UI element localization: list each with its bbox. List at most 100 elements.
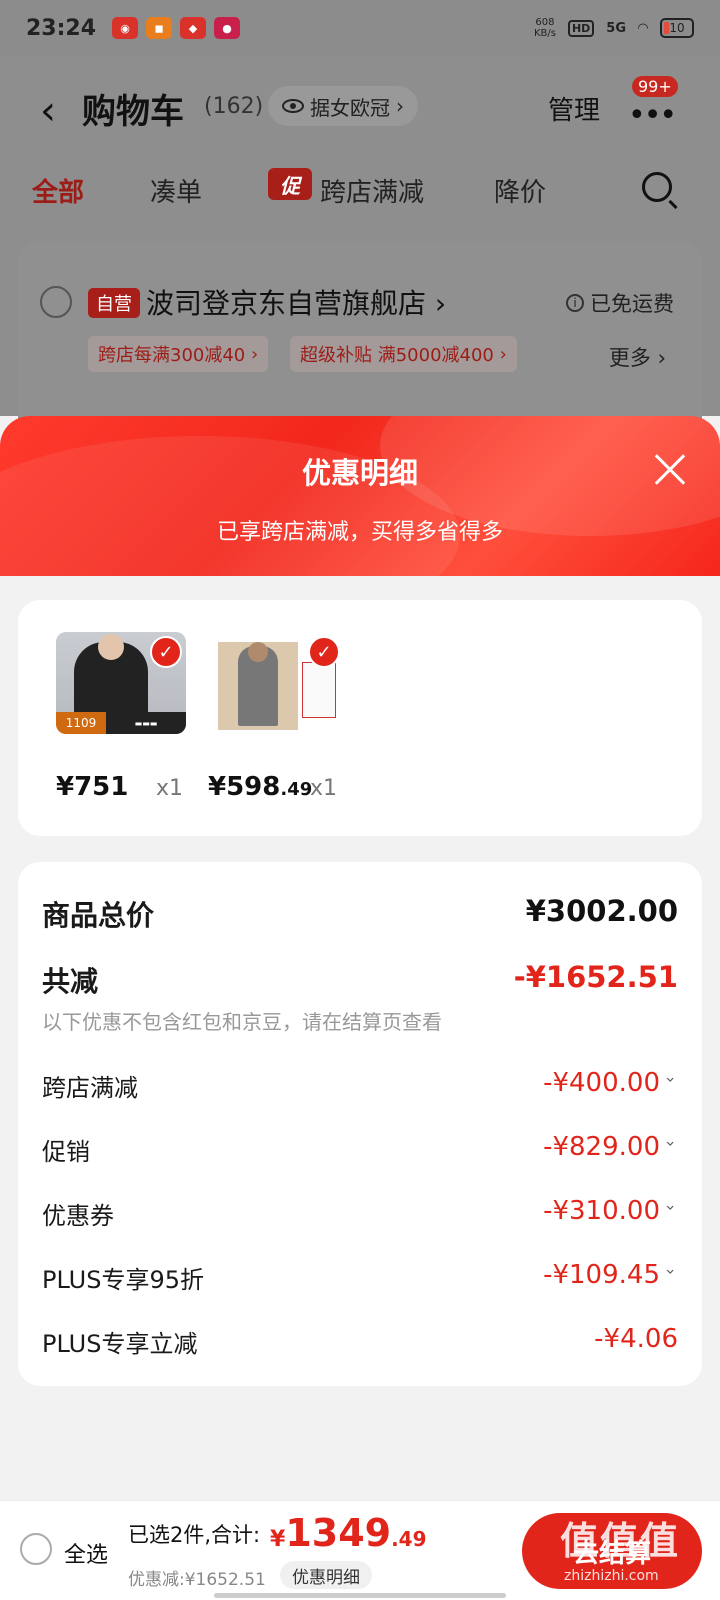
product-banner-strip: ▬▬▬ xyxy=(106,712,186,734)
more-link-label: 更多 xyxy=(608,346,651,370)
check-icon: ✓ xyxy=(150,636,182,668)
shipping-status: i 已免运费 xyxy=(566,288,674,318)
manage-button[interactable]: 管理 xyxy=(548,90,600,127)
close-icon[interactable] xyxy=(650,450,690,490)
discount-amount: -¥109.45 xyxy=(543,1260,660,1290)
wifi-icon: ◠ xyxy=(638,20,648,36)
chevron-down-icon: › xyxy=(661,1076,681,1083)
home-indicator xyxy=(214,1593,506,1598)
discount-value: -¥109.45 › xyxy=(543,1260,681,1290)
net-speed: 608 KB/s xyxy=(534,17,556,39)
net-speed-value: 608 xyxy=(535,17,555,28)
products-card: 1109 ▬▬▬ ✓ ✓ ¥751 x1 ¥598.49 x1 xyxy=(18,600,702,836)
promo-tag-icon: 促 xyxy=(268,168,312,200)
total-int: 1349 xyxy=(285,1511,392,1555)
page-title: 购物车 xyxy=(82,92,184,132)
product-image[interactable]: 1109 ▬▬▬ ✓ xyxy=(56,632,186,734)
source-chip-label: 据女欧冠 xyxy=(310,95,390,120)
cart-header: ‹ 购物车 (162) 据女欧冠 › 管理 ••• 99+ xyxy=(0,76,720,146)
discount-sheet-body: 1109 ▬▬▬ ✓ ✓ ¥751 x1 ¥598.49 x1 商品总价 ¥30… xyxy=(0,576,720,1500)
discount-detail-button[interactable]: 优惠明细 xyxy=(280,1561,372,1589)
discount-label: 跨店满减 xyxy=(42,1074,138,1102)
select-all-label[interactable]: 全选 xyxy=(64,1537,108,1569)
discount-value: -¥400.00 › xyxy=(543,1068,681,1098)
more-promos-link[interactable]: 更多 › xyxy=(609,342,666,372)
discount-amount: -¥400.00 xyxy=(543,1068,660,1098)
discount-note: 以下优惠不包含红包和京豆，请在结算页查看 xyxy=(42,1010,442,1034)
total-cents: .49 xyxy=(391,1527,427,1551)
chevron-right-icon: › xyxy=(396,94,404,118)
promo-chip[interactable]: 跨店每满300减40 › xyxy=(88,336,269,372)
watermark: 值值值 zhizhizhi.com xyxy=(560,1510,720,1598)
product-tag-price: 1109 xyxy=(56,712,106,734)
discount-label: 优惠券 xyxy=(42,1202,114,1230)
notification-app-icon: ◆ xyxy=(180,17,207,39)
notification-app-icon: ◼ xyxy=(146,17,173,39)
battery-icon: 10 xyxy=(660,18,694,38)
select-all-radio[interactable] xyxy=(20,1533,52,1565)
discount-label: 促销 xyxy=(42,1138,90,1166)
product-price-cents: .49 xyxy=(280,779,313,800)
self-operated-tag: 自营 xyxy=(88,288,140,318)
goods-total-label: 商品总价 xyxy=(42,899,155,932)
tab-price-drop[interactable]: 降价 xyxy=(494,172,546,209)
reduction-value: -¥1652.51 xyxy=(513,960,678,994)
shop-name-label: 波司登京东自营旗舰店 xyxy=(146,287,427,320)
status-bar: 23:24 ◉ ◼ ◆ ● 608 KB/s HD 5G ◠ 10 xyxy=(0,0,720,56)
hd-icon: HD xyxy=(567,19,595,37)
sheet-title: 优惠明细 xyxy=(301,456,418,490)
signal-icon: 5G xyxy=(606,20,626,36)
selected-count-text: 已选2件,合计: xyxy=(128,1523,261,1547)
product-price-int: 751 xyxy=(74,772,129,802)
shop-name[interactable]: 波司登京东自营旗舰店 › xyxy=(146,282,446,322)
status-time: 23:24 xyxy=(26,15,97,41)
search-icon[interactable] xyxy=(642,172,672,202)
product-price-int: 598 xyxy=(226,772,281,802)
discount-label: PLUS专享95折 xyxy=(42,1266,204,1294)
saved-amount-text: 优惠减:¥1652.51 xyxy=(128,1570,266,1590)
shop-card: 自营 波司登京东自营旗舰店 › i 已免运费 跨店每满300减40 › 超级补贴… xyxy=(18,242,702,442)
product-info-panel xyxy=(302,662,336,718)
product-price: ¥598.49 xyxy=(208,772,313,802)
discount-value: -¥310.00 › xyxy=(543,1196,681,1226)
battery-level: 10 xyxy=(669,21,685,35)
cart-count: (162) xyxy=(204,94,264,119)
promo-chip[interactable]: 超级补贴 满5000减400 › xyxy=(290,336,517,372)
currency-symbol: ¥ xyxy=(270,1527,286,1552)
promo-chip-label: 跨店每满300减40 xyxy=(98,345,246,366)
discount-sheet-header: 优惠明细 已享跨店满减，买得多省得多 xyxy=(0,416,720,576)
chevron-down-icon: › xyxy=(661,1268,681,1275)
filter-tabs: 全部 凑单 跨店满减 降价 xyxy=(0,166,720,214)
tab-combine[interactable]: 凑单 xyxy=(150,172,202,209)
product-image[interactable]: ✓ xyxy=(214,632,344,734)
total-amount: ¥1349.49 xyxy=(270,1511,427,1555)
tab-all[interactable]: 全部 xyxy=(32,172,84,209)
discount-value: -¥4.06 xyxy=(594,1324,678,1354)
discount-value: -¥829.00 › xyxy=(543,1132,681,1162)
source-chip[interactable]: 据女欧冠 › xyxy=(268,86,418,126)
info-icon[interactable]: i xyxy=(566,294,584,312)
discount-amount: -¥4.06 xyxy=(594,1324,678,1354)
back-icon[interactable]: ‹ xyxy=(40,88,70,134)
reduction-label: 共减 xyxy=(42,965,99,998)
watermark-logo: 值值值 xyxy=(560,1519,681,1563)
product-qty: x1 xyxy=(156,776,184,801)
discount-amount: -¥310.00 xyxy=(543,1196,660,1226)
notification-app-icon: ● xyxy=(214,17,241,39)
discount-amount: -¥829.00 xyxy=(543,1132,660,1162)
more-dots-icon[interactable]: ••• xyxy=(628,98,677,133)
net-speed-unit: KB/s xyxy=(533,28,556,39)
check-icon: ✓ xyxy=(308,636,340,668)
status-app-icons: ◉ ◼ ◆ ● xyxy=(112,17,241,39)
message-badge: 99+ xyxy=(632,76,678,97)
sheet-subtitle: 已享跨店满减，买得多省得多 xyxy=(216,520,503,545)
cart-page-dimmed: ‹ 购物车 (162) 据女欧冠 › 管理 ••• 99+ 全部 凑单 跨店满减… xyxy=(0,56,720,442)
product-photo xyxy=(238,642,278,726)
chevron-down-icon: › xyxy=(661,1140,681,1147)
chevron-down-icon: › xyxy=(661,1204,681,1211)
shop-select-radio[interactable] xyxy=(40,286,72,318)
eye-icon xyxy=(282,99,304,113)
notification-app-icon: ◉ xyxy=(112,17,139,39)
discount-summary-card: 商品总价 ¥3002.00 共减 -¥1652.51 以下优惠不包含红包和京豆，… xyxy=(18,862,702,1386)
tab-cross-store[interactable]: 跨店满减 xyxy=(320,172,424,209)
